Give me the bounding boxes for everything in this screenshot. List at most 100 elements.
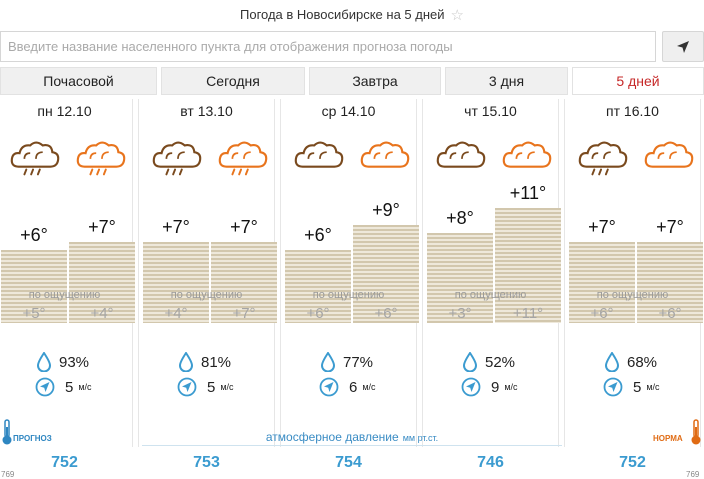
cloud-rain-icon — [218, 141, 268, 176]
humidity: 52% — [463, 350, 515, 374]
temperature-day: +6° — [20, 225, 48, 245]
wind-speed: 5 — [207, 378, 216, 396]
wind: 9 м/с — [461, 375, 518, 399]
wind-direction-icon — [177, 377, 197, 397]
water-drop-icon — [463, 352, 477, 372]
temperature-day: +7° — [588, 216, 616, 237]
humidity-value: 81% — [201, 353, 232, 371]
tab-today[interactable]: Сегодня — [161, 67, 305, 95]
wind: 6 м/с — [319, 375, 376, 399]
cloud-rain-icon — [578, 141, 628, 176]
page-title-bar: Погода в Новосибирске на 5 дней ☆ — [0, 0, 704, 30]
water-drop-icon — [321, 352, 335, 372]
tab-tomorrow[interactable]: Завтра — [309, 67, 441, 95]
feels-like-night: +6° — [374, 305, 398, 322]
temperature-night: +7° — [88, 216, 116, 237]
day-date: пт 16.10 — [606, 103, 659, 119]
star-icon[interactable]: ☆ — [451, 7, 464, 24]
cloud-rain-icon — [76, 141, 126, 176]
wind: 5 м/с — [177, 375, 234, 399]
water-drop-icon — [37, 352, 51, 372]
wind-direction-icon — [603, 377, 623, 397]
pressure-divider — [142, 445, 562, 446]
cloudy-icon — [502, 141, 552, 168]
day-date: ср 14.10 — [321, 103, 376, 119]
water-drop-icon — [179, 352, 193, 372]
period-tabs: Почасовой Сегодня Завтра 3 дня 5 дней — [0, 67, 704, 95]
feels-like-label: по ощущению — [170, 289, 243, 301]
feels-like-label: по ощущению — [596, 289, 669, 301]
feels-like-day: +6° — [590, 305, 614, 322]
water-drop-icon — [605, 352, 619, 372]
pressure-label-text: атмосферное давление — [265, 430, 399, 444]
pressure-value: 746 — [477, 454, 504, 471]
pressure-value: 752 — [619, 454, 646, 471]
feels-like-night: +6° — [658, 305, 682, 322]
wind: 5 м/с — [35, 375, 92, 399]
wind-speed: 6 — [349, 378, 358, 396]
wind-direction-icon — [461, 377, 481, 397]
humidity: 68% — [605, 350, 657, 374]
humidity-value: 77% — [343, 353, 374, 371]
legend-norm: НОРМА — [653, 434, 683, 443]
wind-direction-icon — [319, 377, 339, 397]
day-date: пн 12.10 — [37, 103, 92, 119]
day-column: ср 14.10 +6° +9° по ощущению +6° +6° 77% 6 м/с — [280, 99, 419, 447]
tab-5-days[interactable]: 5 дней — [572, 67, 704, 95]
location-arrow-icon — [677, 40, 689, 53]
temperature-day: +8° — [446, 208, 474, 228]
thermometer-forecast-icon — [2, 419, 12, 445]
location-search-input[interactable] — [0, 31, 656, 62]
pressure-value: 753 — [193, 454, 220, 471]
feels-like-night: +4° — [90, 305, 114, 322]
feels-like-label: по ощущению — [312, 289, 385, 301]
cloud-rain-icon — [10, 141, 60, 176]
tab-3-days[interactable]: 3 дня — [445, 67, 568, 95]
pressure-label: атмосферное давление мм рт.ст. — [142, 430, 562, 444]
feels-like-label: по ощущению — [28, 289, 101, 301]
wind-unit: м/с — [646, 382, 660, 392]
day-column: пн 12.10 +6° +7° по ощущению +5° +4° 93% 5 м/с — [0, 99, 135, 447]
pressure-value: 752 — [51, 454, 78, 471]
feels-like-night: +7° — [232, 305, 256, 322]
cloudy-icon — [294, 141, 344, 168]
cloudy-icon — [644, 141, 694, 168]
humidity-value: 52% — [485, 353, 516, 371]
wind-unit: м/с — [220, 382, 234, 392]
humidity: 77% — [321, 350, 373, 374]
humidity-value: 68% — [627, 353, 658, 371]
wind: 5 м/с — [603, 375, 660, 399]
cloudy-icon — [436, 141, 486, 168]
feels-like-day: +4° — [164, 305, 188, 322]
cloud-rain-icon — [152, 141, 202, 176]
temperature-day: +7° — [162, 216, 190, 237]
day-date: чт 15.10 — [464, 103, 517, 119]
feels-like-label: по ощущению — [454, 289, 527, 301]
norm-pressure-right: 769 — [686, 470, 700, 479]
humidity-value: 93% — [59, 353, 90, 371]
wind-speed: 9 — [491, 378, 500, 396]
norm-pressure-left: 769 — [1, 470, 15, 479]
cloudy-icon — [360, 141, 410, 168]
thermometer-norm-icon — [691, 419, 701, 445]
page-title: Погода в Новосибирске на 5 дней — [240, 7, 445, 22]
wind-speed: 5 — [65, 378, 74, 396]
pressure-unit: мм рт.ст. — [402, 433, 439, 443]
wind-direction-icon — [35, 377, 55, 397]
day-date: вт 13.10 — [180, 103, 233, 119]
feels-like-day: +3° — [448, 305, 472, 322]
locate-button[interactable] — [662, 31, 704, 62]
wind-unit: м/с — [362, 382, 376, 392]
wind-speed: 5 — [633, 378, 642, 396]
feels-like-day: +6° — [306, 305, 330, 322]
temperature-night: +11° — [509, 182, 547, 203]
humidity: 81% — [179, 350, 231, 374]
pressure-value: 754 — [335, 454, 362, 471]
tab-hourly[interactable]: Почасовой — [0, 67, 157, 95]
wind-unit: м/с — [78, 382, 92, 392]
feels-like-day: +5° — [22, 305, 46, 322]
temperature-night: +9° — [372, 199, 400, 220]
legend-forecast: ПРОГНОЗ — [13, 434, 52, 443]
wind-unit: м/с — [504, 382, 518, 392]
temperature-day: +6° — [304, 225, 332, 245]
